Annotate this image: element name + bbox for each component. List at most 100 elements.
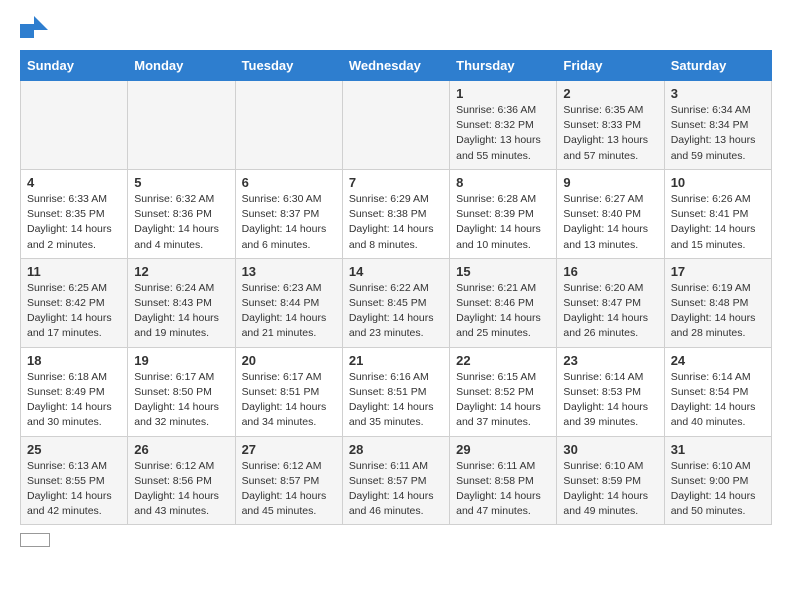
- day-cell: 31 Sunrise: 6:10 AM Sunset: 9:00 PM Dayli…: [664, 436, 771, 525]
- day-number: 28: [349, 442, 443, 457]
- day-info: Sunrise: 6:21 AM Sunset: 8:46 PM Dayligh…: [456, 281, 550, 342]
- day-number: 23: [563, 353, 657, 368]
- day-cell: 15 Sunrise: 6:21 AM Sunset: 8:46 PM Dayli…: [450, 258, 557, 347]
- day-number: 17: [671, 264, 765, 279]
- day-cell: 28 Sunrise: 6:11 AM Sunset: 8:57 PM Dayli…: [342, 436, 449, 525]
- day-number: 21: [349, 353, 443, 368]
- day-info: Sunrise: 6:10 AM Sunset: 9:00 PM Dayligh…: [671, 459, 765, 520]
- day-cell: 10Sunrise: 6:26 AM Sunset: 8:41 PM Dayli…: [664, 169, 771, 258]
- day-number: 8: [456, 175, 550, 190]
- day-cell: 13 Sunrise: 6:23 AM Sunset: 8:44 PM Dayli…: [235, 258, 342, 347]
- day-info: Sunrise: 6:25 AM Sunset: 8:42 PM Dayligh…: [27, 281, 121, 342]
- day-info: Sunrise: 6:20 AM Sunset: 8:47 PM Dayligh…: [563, 281, 657, 342]
- day-info: Sunrise: 6:17 AM Sunset: 8:50 PM Dayligh…: [134, 370, 228, 431]
- day-cell: 20 Sunrise: 6:17 AM Sunset: 8:51 PM Dayli…: [235, 347, 342, 436]
- day-number: 26: [134, 442, 228, 457]
- day-cell: 21 Sunrise: 6:16 AM Sunset: 8:51 PM Dayli…: [342, 347, 449, 436]
- col-header-saturday: Saturday: [664, 51, 771, 81]
- day-info: Sunrise: 6:13 AM Sunset: 8:55 PM Dayligh…: [27, 459, 121, 520]
- day-info: Sunrise: 6:34 AM Sunset: 8:34 PM Dayligh…: [671, 103, 765, 164]
- day-number: 16: [563, 264, 657, 279]
- week-row-5: 25 Sunrise: 6:13 AM Sunset: 8:55 PM Dayli…: [21, 436, 772, 525]
- day-number: 2: [563, 86, 657, 101]
- day-number: 20: [242, 353, 336, 368]
- day-info: Sunrise: 6:33 AM Sunset: 8:35 PM Dayligh…: [27, 192, 121, 253]
- day-info: Sunrise: 6:28 AM Sunset: 8:39 PM Dayligh…: [456, 192, 550, 253]
- day-cell: 29 Sunrise: 6:11 AM Sunset: 8:58 PM Dayli…: [450, 436, 557, 525]
- day-number: 24: [671, 353, 765, 368]
- day-number: 29: [456, 442, 550, 457]
- day-info: Sunrise: 6:11 AM Sunset: 8:57 PM Dayligh…: [349, 459, 443, 520]
- col-header-wednesday: Wednesday: [342, 51, 449, 81]
- day-number: 22: [456, 353, 550, 368]
- day-info: Sunrise: 6:30 AM Sunset: 8:37 PM Dayligh…: [242, 192, 336, 253]
- page-header: [20, 16, 772, 38]
- day-number: 1: [456, 86, 550, 101]
- day-cell: 16 Sunrise: 6:20 AM Sunset: 8:47 PM Dayli…: [557, 258, 664, 347]
- day-cell: 19 Sunrise: 6:17 AM Sunset: 8:50 PM Dayli…: [128, 347, 235, 436]
- day-info: Sunrise: 6:12 AM Sunset: 8:57 PM Dayligh…: [242, 459, 336, 520]
- day-number: 3: [671, 86, 765, 101]
- day-number: 12: [134, 264, 228, 279]
- day-info: Sunrise: 6:23 AM Sunset: 8:44 PM Dayligh…: [242, 281, 336, 342]
- day-cell: 30Sunrise: 6:10 AM Sunset: 8:59 PM Dayli…: [557, 436, 664, 525]
- day-info: Sunrise: 6:15 AM Sunset: 8:52 PM Dayligh…: [456, 370, 550, 431]
- day-info: Sunrise: 6:36 AM Sunset: 8:32 PM Dayligh…: [456, 103, 550, 164]
- day-number: 31: [671, 442, 765, 457]
- col-header-monday: Monday: [128, 51, 235, 81]
- day-cell: [128, 81, 235, 170]
- day-cell: 26 Sunrise: 6:12 AM Sunset: 8:56 PM Dayli…: [128, 436, 235, 525]
- logo-icon: [20, 16, 48, 38]
- day-cell: 1 Sunrise: 6:36 AM Sunset: 8:32 PM Daylig…: [450, 81, 557, 170]
- day-info: Sunrise: 6:19 AM Sunset: 8:48 PM Dayligh…: [671, 281, 765, 342]
- week-row-3: 11 Sunrise: 6:25 AM Sunset: 8:42 PM Dayli…: [21, 258, 772, 347]
- col-header-thursday: Thursday: [450, 51, 557, 81]
- day-info: Sunrise: 6:14 AM Sunset: 8:53 PM Dayligh…: [563, 370, 657, 431]
- day-info: Sunrise: 6:27 AM Sunset: 8:40 PM Dayligh…: [563, 192, 657, 253]
- day-cell: 11 Sunrise: 6:25 AM Sunset: 8:42 PM Dayli…: [21, 258, 128, 347]
- day-info: Sunrise: 6:26 AM Sunset: 8:41 PM Dayligh…: [671, 192, 765, 253]
- day-cell: 5Sunrise: 6:32 AM Sunset: 8:36 PM Daylig…: [128, 169, 235, 258]
- day-cell: 27 Sunrise: 6:12 AM Sunset: 8:57 PM Dayli…: [235, 436, 342, 525]
- day-cell: [21, 81, 128, 170]
- col-header-tuesday: Tuesday: [235, 51, 342, 81]
- day-number: 25: [27, 442, 121, 457]
- day-cell: [235, 81, 342, 170]
- logo: [20, 16, 52, 38]
- day-info: Sunrise: 6:17 AM Sunset: 8:51 PM Dayligh…: [242, 370, 336, 431]
- day-cell: 17 Sunrise: 6:19 AM Sunset: 8:48 PM Dayli…: [664, 258, 771, 347]
- week-row-4: 18Sunrise: 6:18 AM Sunset: 8:49 PM Dayli…: [21, 347, 772, 436]
- day-info: Sunrise: 6:16 AM Sunset: 8:51 PM Dayligh…: [349, 370, 443, 431]
- day-cell: 9 Sunrise: 6:27 AM Sunset: 8:40 PM Daylig…: [557, 169, 664, 258]
- day-cell: 2Sunrise: 6:35 AM Sunset: 8:33 PM Daylig…: [557, 81, 664, 170]
- day-info: Sunrise: 6:29 AM Sunset: 8:38 PM Dayligh…: [349, 192, 443, 253]
- day-cell: [342, 81, 449, 170]
- day-cell: 25 Sunrise: 6:13 AM Sunset: 8:55 PM Dayli…: [21, 436, 128, 525]
- week-row-1: 1 Sunrise: 6:36 AM Sunset: 8:32 PM Daylig…: [21, 81, 772, 170]
- day-info: Sunrise: 6:24 AM Sunset: 8:43 PM Dayligh…: [134, 281, 228, 342]
- day-number: 30: [563, 442, 657, 457]
- col-header-sunday: Sunday: [21, 51, 128, 81]
- col-header-friday: Friday: [557, 51, 664, 81]
- day-number: 18: [27, 353, 121, 368]
- day-number: 13: [242, 264, 336, 279]
- day-info: Sunrise: 6:14 AM Sunset: 8:54 PM Dayligh…: [671, 370, 765, 431]
- day-cell: 12 Sunrise: 6:24 AM Sunset: 8:43 PM Dayli…: [128, 258, 235, 347]
- day-number: 4: [27, 175, 121, 190]
- day-number: 27: [242, 442, 336, 457]
- day-number: 19: [134, 353, 228, 368]
- day-number: 5: [134, 175, 228, 190]
- day-info: Sunrise: 6:11 AM Sunset: 8:58 PM Dayligh…: [456, 459, 550, 520]
- day-number: 7: [349, 175, 443, 190]
- footer: [20, 533, 772, 547]
- day-number: 11: [27, 264, 121, 279]
- day-info: Sunrise: 6:22 AM Sunset: 8:45 PM Dayligh…: [349, 281, 443, 342]
- day-number: 15: [456, 264, 550, 279]
- calendar-table: SundayMondayTuesdayWednesdayThursdayFrid…: [20, 50, 772, 525]
- day-cell: 14Sunrise: 6:22 AM Sunset: 8:45 PM Dayli…: [342, 258, 449, 347]
- day-number: 9: [563, 175, 657, 190]
- day-info: Sunrise: 6:12 AM Sunset: 8:56 PM Dayligh…: [134, 459, 228, 520]
- day-cell: 7 Sunrise: 6:29 AM Sunset: 8:38 PM Daylig…: [342, 169, 449, 258]
- day-cell: 23 Sunrise: 6:14 AM Sunset: 8:53 PM Dayli…: [557, 347, 664, 436]
- daylight-swatch: [20, 533, 50, 547]
